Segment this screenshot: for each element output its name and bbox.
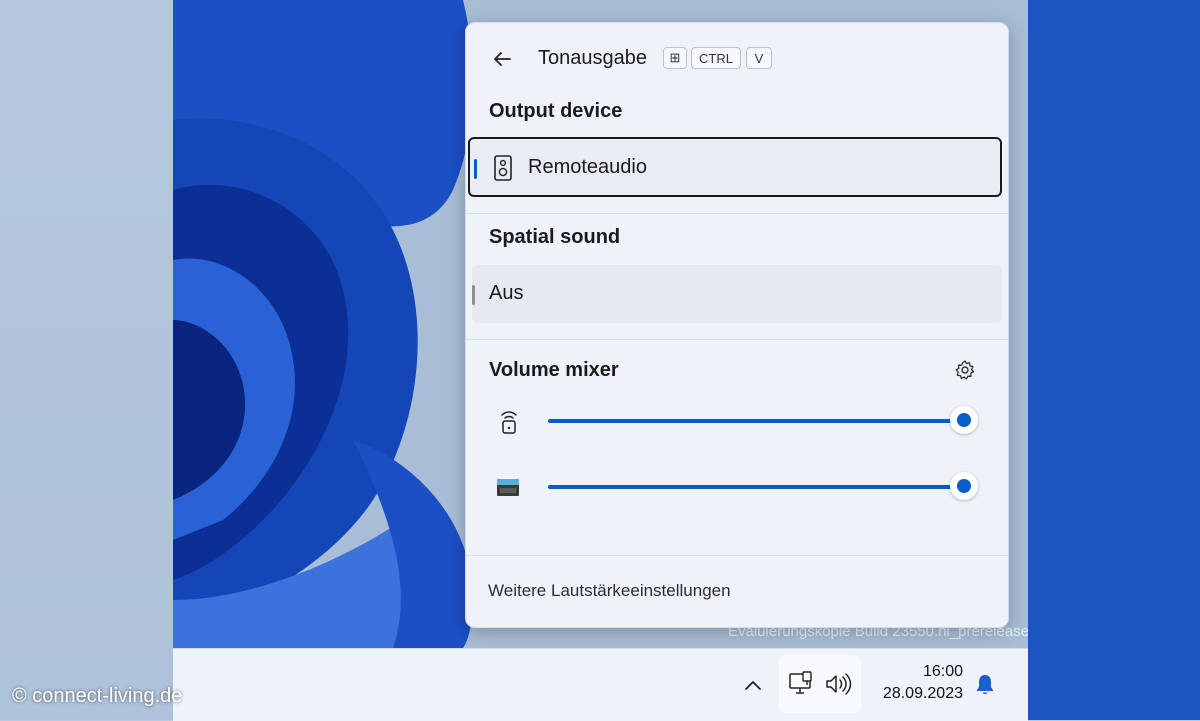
volume-slider-track[interactable]: [548, 419, 964, 423]
volume-slider-thumb[interactable]: [950, 472, 978, 500]
spatial-sound-heading: Spatial sound: [489, 226, 621, 248]
speaker-icon: [494, 155, 512, 181]
network-icon: [789, 671, 812, 694]
volume-slider-track[interactable]: [548, 485, 964, 489]
selected-indicator: [474, 159, 477, 179]
spatial-sound-label: Aus: [489, 282, 524, 304]
left-background-band: [0, 0, 173, 720]
remote-audio-icon: [501, 411, 517, 434]
gear-icon[interactable]: [954, 359, 976, 381]
shortcut-key-windows: ⊞: [663, 47, 687, 69]
chevron-up-icon[interactable]: [739, 671, 767, 699]
spatial-sound-option-aus[interactable]: Aus: [472, 265, 1002, 323]
more-volume-settings-link[interactable]: Weitere Lautstärkeeinstellungen: [488, 581, 731, 601]
right-background-band: [1028, 0, 1200, 720]
clock-time: 16:00: [922, 663, 963, 680]
app-window-icon: [497, 479, 519, 496]
output-device-heading: Output device: [489, 100, 623, 122]
option-indicator: [472, 285, 475, 305]
divider: [466, 555, 1008, 556]
copyright-overlay: © connect-living.de: [12, 685, 183, 707]
shortcut-key-v: V: [746, 47, 772, 69]
divider: [466, 339, 1008, 340]
flyout-title: Tonausgabe: [538, 47, 647, 69]
volume-slider-thumb[interactable]: [950, 406, 978, 434]
mixer-row-app: [466, 467, 1008, 507]
output-device-remoteaudio[interactable]: Remoteaudio: [468, 137, 1002, 197]
output-device-label: Remoteaudio: [528, 156, 647, 178]
volume-mixer-heading: Volume mixer: [489, 359, 619, 381]
flyout-header: Tonausgabe ⊞ CTRL V: [466, 23, 1008, 93]
taskbar: 16:00 28.09.2023: [173, 648, 1028, 721]
mixer-row-remote-audio: [466, 401, 1008, 441]
quick-settings-button[interactable]: [779, 655, 861, 713]
clock[interactable]: 16:00 28.09.2023: [873, 661, 963, 705]
sound-output-flyout: Tonausgabe ⊞ CTRL V Output device Remote…: [465, 22, 1009, 628]
volume-icon: [826, 673, 852, 695]
clock-date: 28.09.2023: [882, 685, 963, 702]
back-arrow-icon[interactable]: [488, 45, 516, 73]
divider: [466, 213, 1008, 214]
bell-icon[interactable]: [973, 673, 997, 697]
shortcut-key-ctrl: CTRL: [691, 47, 741, 69]
